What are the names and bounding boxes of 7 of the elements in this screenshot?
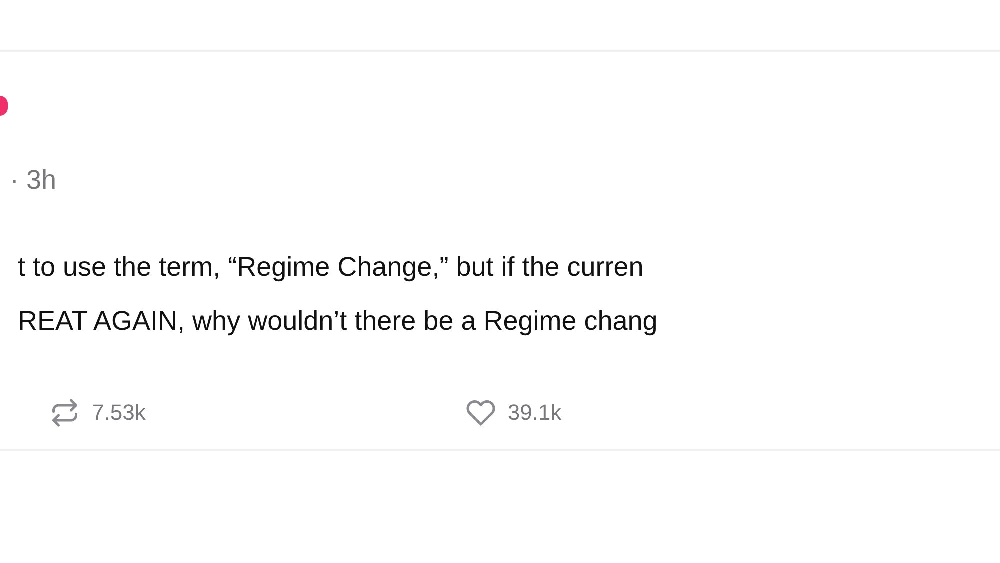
post-time: · 3h (10, 165, 57, 195)
post-text: t to use the term, “Regime Change,” but if the curren (18, 250, 645, 284)
heart-icon (466, 398, 496, 428)
like-button[interactable]: 39.1k (466, 396, 562, 429)
repost-icon (50, 398, 80, 428)
repost-button[interactable]: 7.53k (50, 396, 146, 429)
post-text: REAT AGAIN, why wouldn’t there be a Regime chang (18, 304, 659, 338)
